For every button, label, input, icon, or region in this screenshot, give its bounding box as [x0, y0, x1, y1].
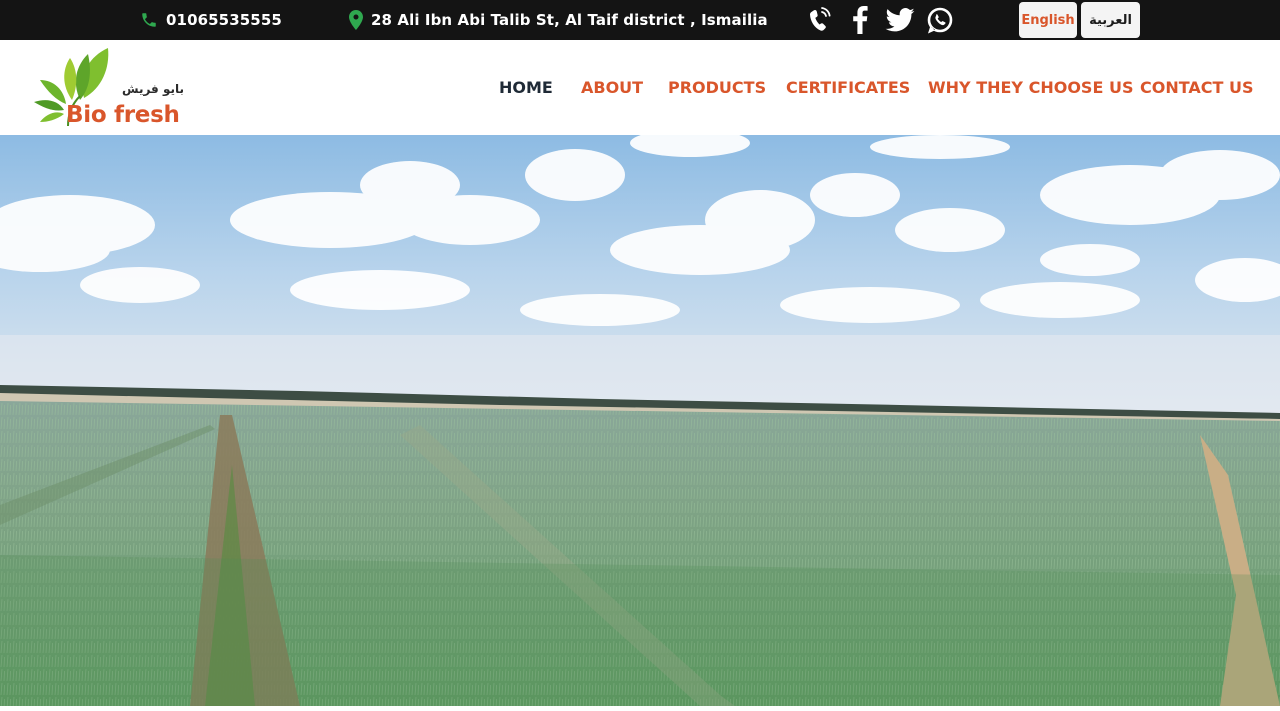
nav-about[interactable]: ABOUT — [581, 78, 643, 97]
whatsapp-icon[interactable] — [924, 5, 956, 35]
phone-icon — [142, 13, 156, 27]
address-text: 28 Ali Ibn Abi Talib St, Al Taif distric… — [371, 11, 768, 29]
nav-home[interactable]: HOME — [499, 78, 553, 97]
main-navigation: HOME ABOUT PRODUCTS CERTIFICATES WHY THE… — [0, 40, 1280, 135]
location-pin-icon — [349, 10, 363, 30]
site-header: بايو فريش Bio fresh HOME ABOUT PRODUCTS … — [0, 40, 1280, 135]
nav-why-choose-us[interactable]: WHY THEY CHOOSE US — [928, 78, 1133, 97]
social-links — [804, 5, 956, 35]
twitter-icon[interactable] — [884, 5, 916, 35]
hero-field-image — [0, 135, 1280, 706]
hero-banner — [0, 135, 1280, 706]
nav-certificates[interactable]: CERTIFICATES — [786, 78, 910, 97]
phone-call-icon[interactable] — [804, 5, 836, 35]
phone-contact[interactable]: 01065535555 — [140, 0, 282, 40]
address-contact: 28 Ali Ibn Abi Talib St, Al Taif distric… — [349, 0, 768, 40]
facebook-icon[interactable] — [844, 5, 876, 35]
nav-products[interactable]: PRODUCTS — [668, 78, 766, 97]
phone-number: 01065535555 — [166, 11, 282, 29]
language-english-button[interactable]: English — [1019, 2, 1077, 38]
page-bottom-edge — [0, 706, 1280, 711]
nav-contact-us[interactable]: CONTACT US — [1140, 78, 1254, 97]
top-bar: 01065535555 28 Ali Ibn Abi Talib St, Al … — [0, 0, 1280, 40]
language-arabic-button[interactable]: العربية — [1081, 2, 1140, 38]
